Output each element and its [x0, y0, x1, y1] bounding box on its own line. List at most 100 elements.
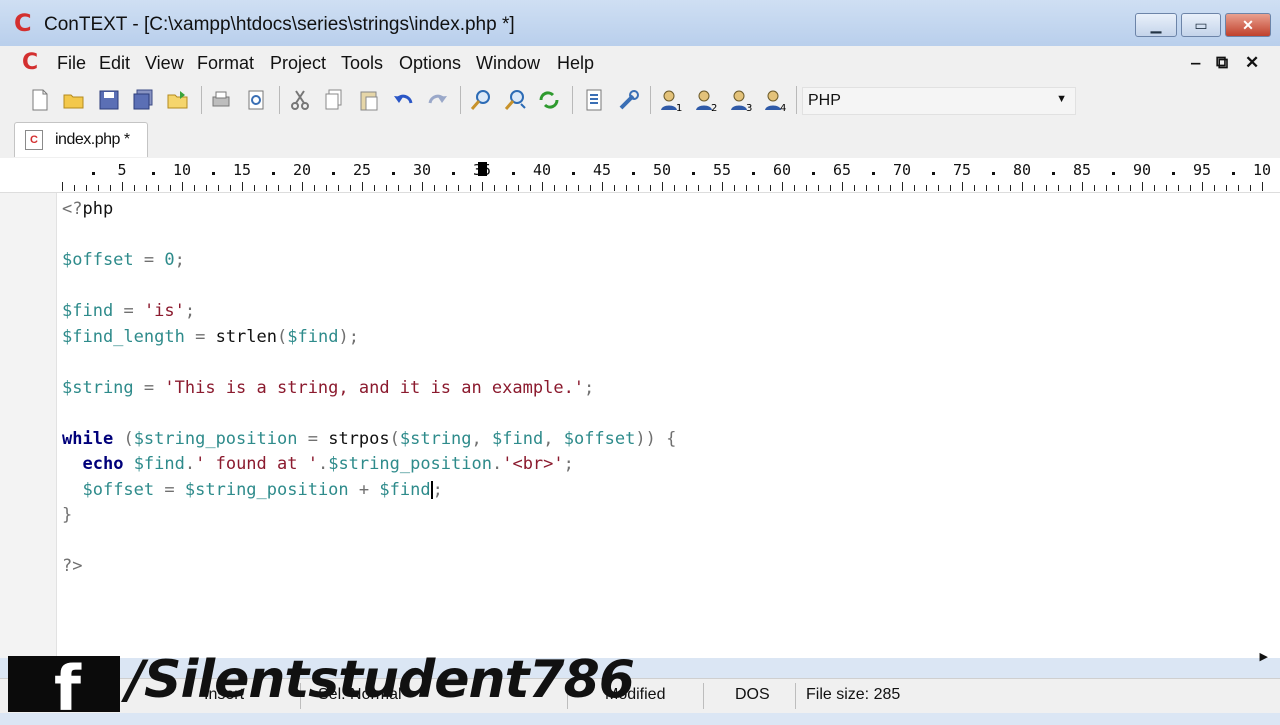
ruler-tick — [398, 185, 399, 191]
code-line[interactable]: $offset = 0; — [62, 248, 676, 274]
redo-icon[interactable] — [425, 88, 449, 112]
menu-project[interactable]: Project — [270, 53, 326, 74]
ruler-tick — [1166, 185, 1167, 191]
code-line[interactable]: ?> — [62, 554, 676, 580]
user-command-2-icon[interactable]: 2 — [694, 88, 718, 112]
menu-file[interactable]: File — [57, 53, 86, 74]
ruler-tick — [638, 185, 639, 191]
code-area[interactable]: <?php $offset = 0; $find = 'is'; $find_le… — [62, 197, 676, 580]
ruler-tick — [842, 182, 843, 191]
ruler-tick — [302, 182, 303, 191]
minimize-button[interactable]: ▁ — [1135, 13, 1177, 37]
ruler-tick — [590, 185, 591, 191]
ruler-tick — [230, 185, 231, 191]
tools-icon[interactable] — [617, 88, 641, 112]
copy-icon[interactable] — [322, 88, 346, 112]
code-line[interactable] — [62, 529, 676, 555]
ruler-tick — [974, 185, 975, 191]
ruler-tick — [290, 185, 291, 191]
code-line[interactable] — [62, 401, 676, 427]
user-command-1-icon[interactable]: 1 — [659, 88, 683, 112]
ruler-tick — [1118, 185, 1119, 191]
tab-index-php[interactable]: C index.php * — [14, 122, 148, 157]
ruler-tick — [1202, 182, 1203, 191]
ruler-tick — [1214, 185, 1215, 191]
print-preview-icon[interactable] — [244, 88, 268, 112]
doc-close-icon[interactable]: ✕ — [1245, 53, 1259, 73]
code-line[interactable] — [62, 274, 676, 300]
cut-icon[interactable] — [288, 88, 312, 112]
chevron-down-icon[interactable]: ▼ — [1056, 93, 1067, 105]
find-next-icon[interactable] — [503, 88, 527, 112]
find-icon[interactable] — [469, 88, 493, 112]
print-icon[interactable] — [209, 88, 233, 112]
php-file-icon: C — [25, 130, 43, 150]
save-all-icon[interactable] — [131, 88, 155, 112]
replace-icon[interactable] — [537, 88, 561, 112]
ruler-tick — [890, 185, 891, 191]
ruler-tick — [950, 185, 951, 191]
ruler-tick — [674, 185, 675, 191]
ruler-tick — [434, 185, 435, 191]
ruler-dot — [512, 172, 515, 175]
scroll-right-icon[interactable]: ▶ — [1260, 650, 1268, 663]
menu-edit[interactable]: Edit — [99, 53, 130, 74]
ruler-dot — [392, 172, 395, 175]
code-line[interactable] — [62, 350, 676, 376]
ruler-dot — [92, 172, 95, 175]
doc-minimize-icon[interactable]: ‒ — [1191, 53, 1200, 73]
ruler-tick — [182, 182, 183, 191]
menu-tools[interactable]: Tools — [341, 53, 383, 74]
user-command-4-icon[interactable]: 4 — [763, 88, 787, 112]
ruler-tick — [266, 185, 267, 191]
ruler-tick — [110, 185, 111, 191]
menu-view[interactable]: View — [145, 53, 184, 74]
ruler-dot — [272, 172, 275, 175]
code-line[interactable]: $offset = $string_position + $find; — [62, 478, 676, 504]
ruler-cursor-marker — [478, 162, 487, 176]
ruler-tick — [242, 182, 243, 191]
code-line[interactable]: $find = 'is'; — [62, 299, 676, 325]
menu-window[interactable]: Window — [476, 53, 540, 74]
code-line[interactable]: <?php — [62, 197, 676, 223]
paste-icon[interactable] — [357, 88, 381, 112]
code-line[interactable]: $string = 'This is a string, and it is a… — [62, 376, 676, 402]
code-line[interactable]: } — [62, 503, 676, 529]
ruler-tick — [866, 185, 867, 191]
ruler-tick — [554, 185, 555, 191]
code-line[interactable] — [62, 223, 676, 249]
document-list-icon[interactable] — [582, 88, 606, 112]
ruler-number: 80 — [1012, 161, 1032, 179]
open-file-icon[interactable] — [62, 88, 86, 112]
open-folder-icon[interactable] — [166, 88, 190, 112]
code-line[interactable]: $find_length = strlen($find); — [62, 325, 676, 351]
menu-options[interactable]: Options — [399, 53, 461, 74]
user-command-3-icon[interactable]: 3 — [729, 88, 753, 112]
code-line[interactable]: echo $find.' found at '.$string_position… — [62, 452, 676, 478]
language-select[interactable]: PHP ▼ — [802, 87, 1076, 115]
ruler-tick — [602, 182, 603, 191]
editor-gutter — [0, 193, 57, 658]
save-icon[interactable] — [97, 88, 121, 112]
close-button[interactable]: ✕ — [1225, 13, 1271, 37]
new-file-icon[interactable] — [28, 88, 52, 112]
column-ruler: 510152025303540455055606570758085909510 — [0, 158, 1280, 193]
code-editor[interactable]: <?php $offset = 0; $find = 'is'; $find_le… — [0, 193, 1280, 663]
ruler-number: 30 — [412, 161, 432, 179]
code-line[interactable]: while ($string_position = strpos($string… — [62, 427, 676, 453]
doc-restore-icon[interactable]: ⧉ — [1216, 53, 1228, 73]
ruler-tick — [74, 185, 75, 191]
menu-help[interactable]: Help — [557, 53, 594, 74]
ruler-number: 20 — [292, 161, 312, 179]
ruler-number: 5 — [117, 161, 127, 179]
ruler-tick — [1058, 185, 1059, 191]
document-menu-icon[interactable]: C — [22, 52, 38, 74]
ruler-tick — [86, 185, 87, 191]
ruler-tick — [854, 185, 855, 191]
menu-format[interactable]: Format — [197, 53, 254, 74]
ruler-tick — [506, 185, 507, 191]
ruler-tick — [386, 185, 387, 191]
undo-icon[interactable] — [392, 88, 416, 112]
maximize-button[interactable]: ▭ — [1181, 13, 1221, 37]
ruler-dot — [632, 172, 635, 175]
